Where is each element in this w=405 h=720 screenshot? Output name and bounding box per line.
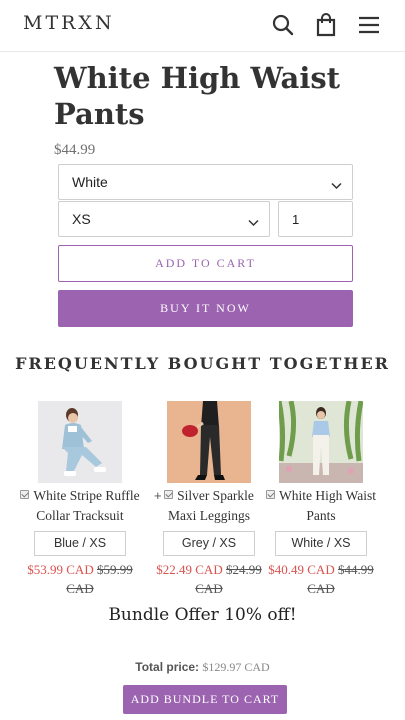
checkbox-checked[interactable]	[20, 490, 30, 499]
cart-icon[interactable]	[313, 12, 339, 38]
bundle-item-variant-select[interactable]: White / XS	[275, 531, 367, 556]
site-header: MTRXN	[0, 0, 405, 52]
total-price-label: Total price:	[135, 660, 200, 674]
site-logo[interactable]: MTRXN	[23, 12, 115, 34]
color-select[interactable]: White	[58, 164, 353, 200]
bundle-item: White Stripe Ruffle Collar Tracksuit Blu…	[20, 401, 140, 598]
product-image-pants[interactable]	[279, 401, 363, 483]
bundle-item-variant-select[interactable]: Grey / XS	[163, 531, 255, 556]
bundle-item-name[interactable]: White Stripe Ruffle Collar Tracksuit	[20, 486, 140, 526]
bundle-total: Total price: $129.97 CAD	[0, 660, 405, 675]
menu-icon[interactable]	[356, 12, 382, 38]
chevron-down-icon	[331, 177, 342, 193]
quantity-input[interactable]: 1	[278, 201, 353, 237]
add-bundle-to-cart-button[interactable]: ADD BUNDLE TO CART	[123, 685, 287, 714]
color-select-value: White	[72, 174, 108, 190]
bundle-item-price: $40.49 CAD $44.99 CAD	[268, 562, 374, 596]
size-select[interactable]: XS	[58, 201, 270, 237]
bundle-item-price: $53.99 CAD $59.99 CAD	[27, 562, 133, 596]
bundle-item: Silver Sparkle Maxi Leggings Grey / XS $…	[149, 401, 269, 598]
bundle-item-name[interactable]: White High Waist Pants	[261, 486, 381, 526]
bundle-item: White High Waist Pants White / XS $40.49…	[261, 401, 381, 598]
bundle-item-name[interactable]: Silver Sparkle Maxi Leggings	[149, 486, 269, 526]
chevron-down-icon	[248, 214, 259, 230]
product-image-tracksuit[interactable]	[38, 401, 122, 483]
add-to-cart-button[interactable]: ADD TO CART	[58, 245, 353, 282]
product-price: $44.99	[54, 142, 96, 158]
checkbox-checked[interactable]	[164, 490, 174, 499]
bundle-offer-text: Bundle Offer 10% off!	[108, 605, 297, 625]
product-image-leggings[interactable]	[167, 401, 251, 483]
size-select-value: XS	[72, 211, 91, 227]
product-title: White High Waist Pants	[54, 61, 341, 131]
bundle-item-variant-select[interactable]: Blue / XS	[34, 531, 126, 556]
buy-it-now-button[interactable]: BUY IT NOW	[58, 290, 353, 327]
total-price-value: $129.97 CAD	[202, 660, 270, 674]
bundle-item-price: $22.49 CAD $24.99 CAD	[156, 562, 262, 596]
search-icon[interactable]	[270, 12, 296, 38]
checkbox-checked[interactable]	[266, 490, 276, 499]
bundle-heading: FREQUENTLY BOUGHT TOGETHER	[15, 354, 390, 373]
